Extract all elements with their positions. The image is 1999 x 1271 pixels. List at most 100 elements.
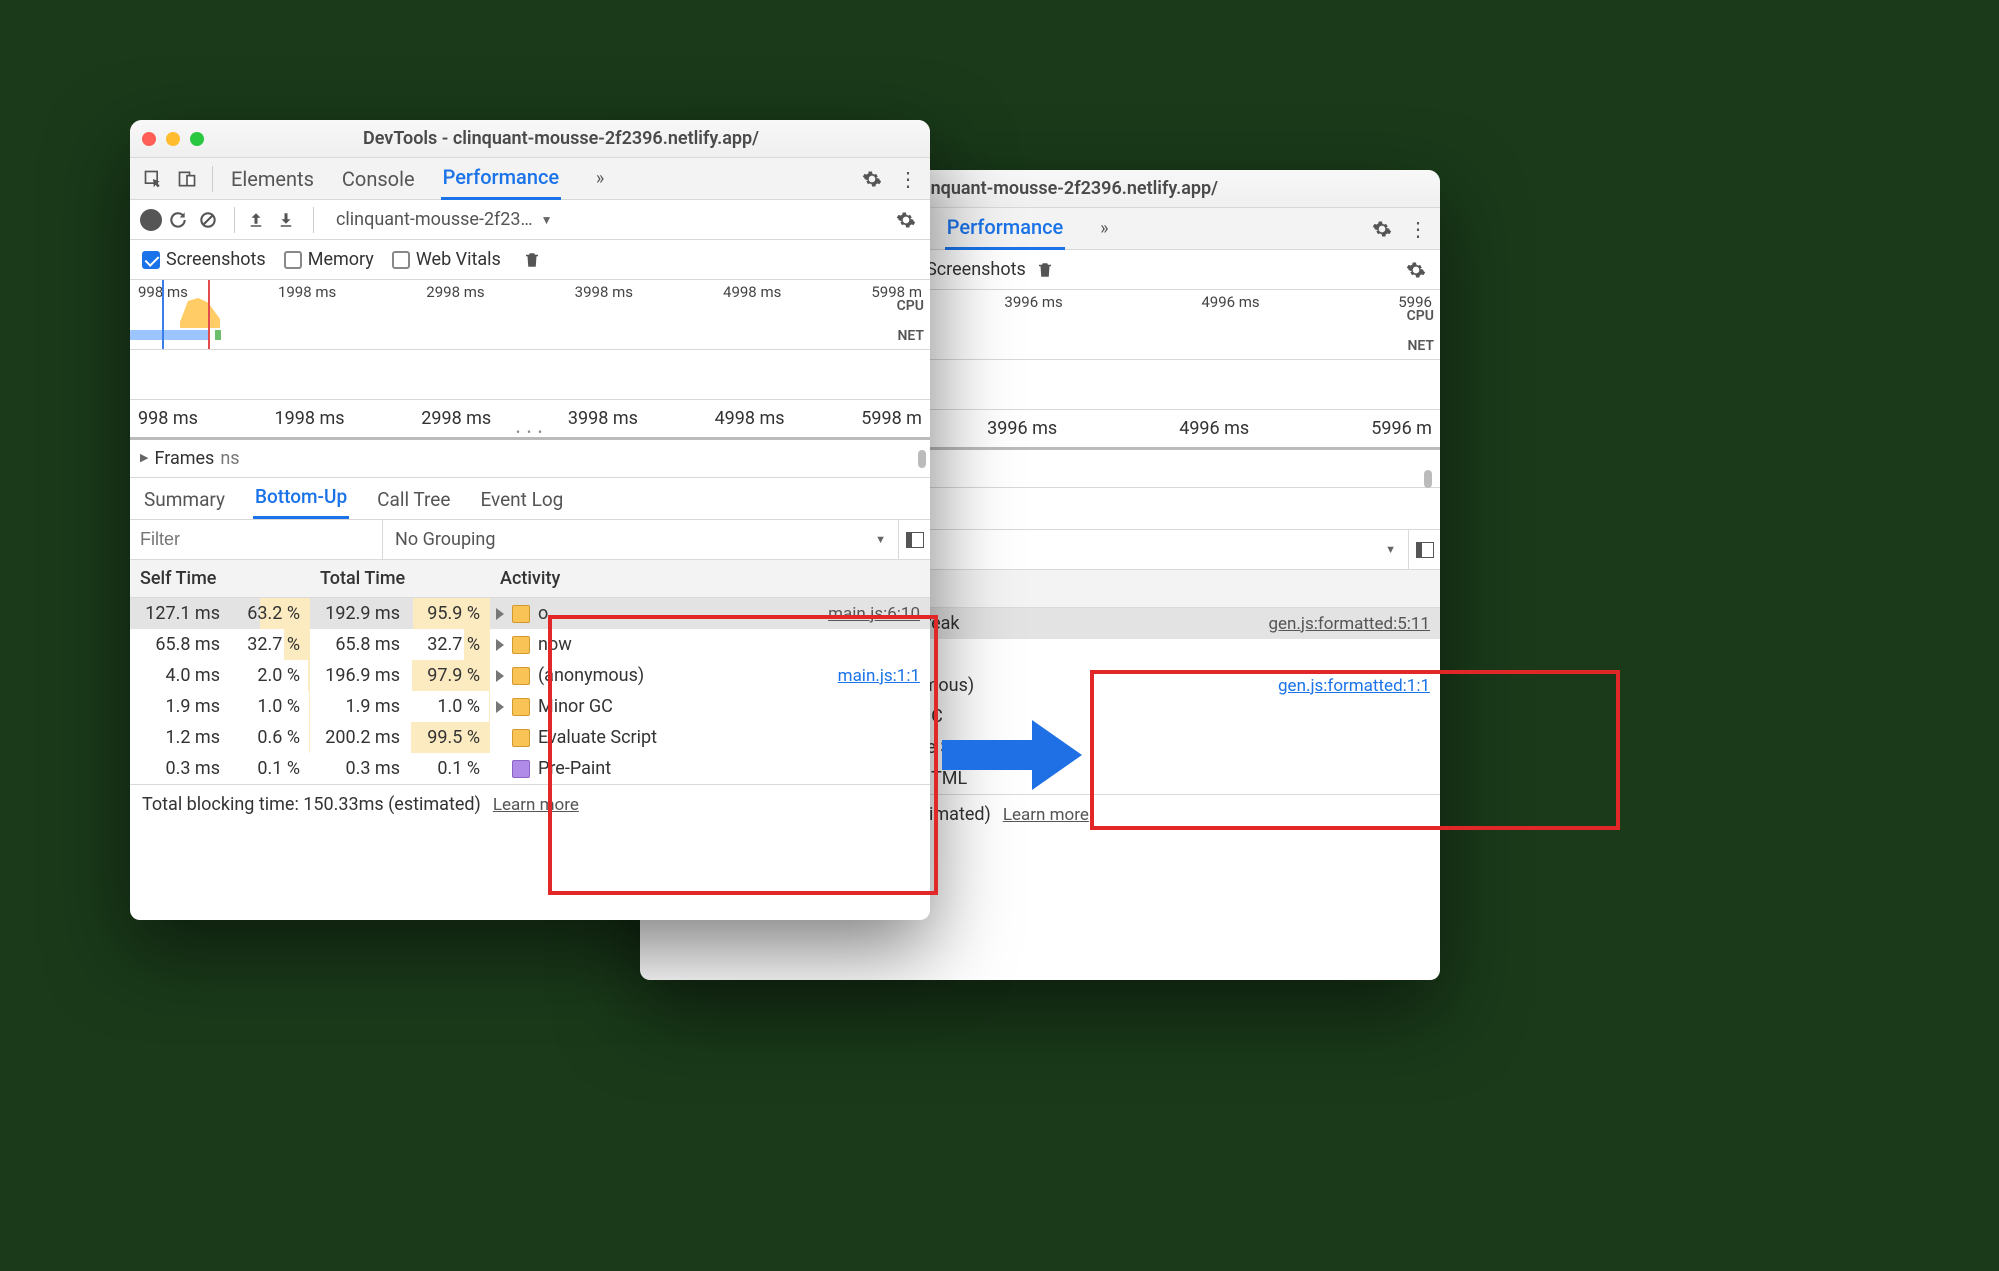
script-icon <box>512 636 530 654</box>
download-icon[interactable] <box>277 211 301 229</box>
self-ms: 1.2 ms <box>130 722 230 753</box>
table-row[interactable]: 65.8 ms32.7 %65.8 ms32.7 %now <box>130 629 930 660</box>
overview-timeline[interactable]: 998 ms1998 ms2998 ms3998 ms4998 ms5998 m… <box>130 280 930 350</box>
side-panel-toggle-icon[interactable] <box>898 520 930 559</box>
scrollbar-thumb[interactable] <box>1424 470 1432 488</box>
self-pct: 63.2 % <box>230 598 310 630</box>
table-row[interactable]: 4.0 ms2.0 %196.9 ms97.9 %(anonymous)main… <box>130 660 930 691</box>
tab-elements[interactable]: Elements <box>229 159 316 199</box>
filter-input[interactable] <box>130 520 383 559</box>
titlebar[interactable]: DevTools - clinquant-mousse-2f2396.netli… <box>130 120 930 158</box>
site-selector[interactable]: clinquant-mousse-2f23… ▼ <box>326 206 562 233</box>
record-icon[interactable] <box>140 209 162 231</box>
col-activity[interactable]: Activity <box>490 560 930 598</box>
learn-more-link[interactable]: Learn more <box>1003 805 1089 825</box>
net-label: NET <box>897 328 924 344</box>
chevron-down-icon: ▼ <box>541 213 553 227</box>
close-icon[interactable] <box>142 132 156 146</box>
perf-toolbar: clinquant-mousse-2f23… ▼ <box>130 200 930 240</box>
table-row[interactable]: 127.1 ms63.2 %192.9 ms95.9 %omain.js:6:1… <box>130 598 930 630</box>
ruler-tick: 2998 ms <box>421 408 491 429</box>
total-pct: 97.9 % <box>410 660 490 691</box>
tab-console[interactable]: Console <box>340 159 417 199</box>
clear-icon[interactable] <box>198 210 222 230</box>
expand-icon[interactable] <box>496 670 504 682</box>
devtools-window-front: DevTools - clinquant-mousse-2f2396.netli… <box>130 120 930 920</box>
expand-icon[interactable] <box>496 701 504 713</box>
subtab-calltree[interactable]: Call Tree <box>375 480 452 519</box>
expand-icon[interactable]: ▶ <box>140 451 148 464</box>
gear-icon[interactable] <box>1368 215 1396 243</box>
ruler-tick: 998 ms <box>138 408 198 429</box>
scrollbar-thumb[interactable] <box>918 450 926 468</box>
minimize-icon[interactable] <box>166 132 180 146</box>
marker-line <box>208 280 210 349</box>
script-icon <box>512 729 530 747</box>
reload-icon[interactable] <box>168 210 192 230</box>
flamechart-frames-row[interactable]: ▶ Frames ns <box>130 440 930 478</box>
trash-icon[interactable] <box>1036 261 1060 279</box>
overview-tick: 3996 ms <box>1004 293 1062 311</box>
main-toolbar: Elements Console Performance » ⋮ <box>130 158 930 200</box>
memory-label: Memory <box>308 249 374 270</box>
screenshots-label: Screenshots <box>926 259 1026 280</box>
self-pct: 32.7 % <box>230 629 310 660</box>
subtab-eventlog[interactable]: Event Log <box>478 480 565 519</box>
expand-icon[interactable] <box>496 608 504 620</box>
upload-icon[interactable] <box>247 211 271 229</box>
time-ruler[interactable]: 998 ms 1998 ms 2998 ms 3998 ms 4998 ms 5… <box>130 400 930 440</box>
ruler-tick: 1998 ms <box>275 408 345 429</box>
activity-name: Minor GC <box>538 696 613 717</box>
source-link[interactable]: main.js:6:10 <box>828 604 920 624</box>
total-pct: 99.5 % <box>410 722 490 753</box>
col-total-time[interactable]: Total Time <box>310 560 490 598</box>
maximize-icon[interactable] <box>190 132 204 146</box>
tab-performance[interactable]: Performance <box>945 207 1066 250</box>
self-pct: 0.1 % <box>230 753 310 784</box>
subtab-bottomup[interactable]: Bottom-Up <box>253 477 349 519</box>
marker-line <box>162 280 164 349</box>
col-self-time[interactable]: Self Time <box>130 560 310 598</box>
net-bar <box>130 330 210 340</box>
memory-checkbox[interactable]: Memory <box>284 249 374 270</box>
subtab-summary[interactable]: Summary <box>142 480 227 519</box>
ruler-tick: 4996 ms <box>1179 418 1249 439</box>
learn-more-link[interactable]: Learn more <box>493 795 579 815</box>
kebab-icon[interactable]: ⋮ <box>1404 215 1432 243</box>
more-tabs-icon[interactable]: » <box>1089 214 1119 244</box>
checkbox-icon <box>392 251 410 269</box>
footer-text: Total blocking time: 150.33ms (estimated… <box>142 794 481 815</box>
webvitals-checkbox[interactable]: Web Vitals <box>392 249 501 270</box>
activity-cell: (anonymous)main.js:1:1 <box>490 660 930 691</box>
script-icon <box>512 698 530 716</box>
gear-icon[interactable] <box>1402 256 1430 284</box>
inspect-icon[interactable] <box>138 164 168 194</box>
table-row[interactable]: 1.9 ms1.0 %1.9 ms1.0 %Minor GC <box>130 691 930 722</box>
screenshots-checkbox[interactable]: Screenshots <box>142 249 266 270</box>
trash-icon[interactable] <box>523 251 547 269</box>
gear-icon[interactable] <box>892 206 920 234</box>
source-link[interactable]: main.js:1:1 <box>838 666 920 686</box>
resize-handle-icon[interactable]: • • • <box>516 425 544 439</box>
expand-icon[interactable] <box>496 639 504 651</box>
source-link[interactable]: gen.js:formatted:1:1 <box>1278 676 1430 696</box>
ruler-tick: 4998 ms <box>715 408 785 429</box>
grouping-select[interactable]: No Grouping ▼ <box>383 529 898 550</box>
activity-cell: Evaluate Script <box>490 722 930 753</box>
device-toggle-icon[interactable] <box>172 164 202 194</box>
table-row[interactable]: 1.2 ms0.6 %200.2 ms99.5 %Evaluate Script <box>130 722 930 753</box>
ruler-tick: 3996 ms <box>987 418 1057 439</box>
more-tabs-icon[interactable]: » <box>585 164 615 194</box>
gear-icon[interactable] <box>858 165 886 193</box>
total-ms: 0.3 ms <box>310 753 410 784</box>
cpu-spike <box>180 298 220 328</box>
kebab-icon[interactable]: ⋮ <box>894 165 922 193</box>
table-row[interactable]: 0.3 ms0.1 %0.3 ms0.1 %Pre-Paint <box>130 753 930 784</box>
source-link[interactable]: gen.js:formatted:5:11 <box>1268 614 1430 634</box>
tab-performance[interactable]: Performance <box>441 157 562 200</box>
side-panel-toggle-icon[interactable] <box>1408 530 1440 569</box>
self-ms: 65.8 ms <box>130 629 230 660</box>
total-pct: 1.0 % <box>410 691 490 722</box>
webvitals-label: Web Vitals <box>416 249 501 270</box>
frames-label: Frames <box>154 448 214 469</box>
